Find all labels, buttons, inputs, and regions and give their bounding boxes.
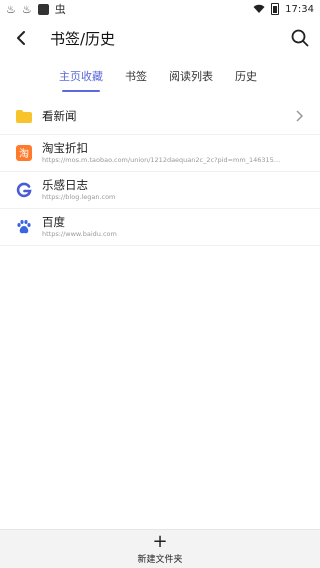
folder-name: 看新闻	[42, 109, 77, 123]
taobao-icon: 淘	[16, 145, 32, 161]
status-icons-left: ♨ ♨ 虫	[6, 2, 66, 16]
status-time: 17:34	[285, 3, 314, 15]
site-name: 百度	[42, 215, 65, 229]
list-item[interactable]: 乐感日志 https://blog.legan.com	[0, 172, 320, 209]
tab-history[interactable]: 历史	[226, 68, 266, 92]
wifi-icon	[253, 4, 265, 13]
new-folder-button[interactable]: + 新建文件夹	[137, 530, 183, 565]
notification-icon: ♨	[21, 2, 32, 16]
folder-icon	[16, 108, 32, 124]
search-icon	[291, 29, 309, 47]
baidu-icon	[16, 219, 32, 235]
back-arrow-icon	[17, 31, 25, 45]
site-name: 淘宝折扣	[42, 141, 88, 155]
tab-reading-list[interactable]: 阅读列表	[160, 68, 222, 92]
header: 书签/历史	[0, 18, 320, 58]
bug-icon: 虫	[54, 2, 66, 16]
site-url: https://mos.m.taobao.com/union/1212daequ…	[42, 156, 282, 164]
app-notification-icon	[37, 3, 49, 15]
tab-home-favorites[interactable]: 主页收藏	[50, 68, 112, 92]
tab-bar: 主页收藏 书签 阅读列表 历史	[0, 58, 320, 92]
favorites-list: 看新闻 淘 淘宝折扣 https://mos.m.taobao.com/unio…	[0, 98, 320, 246]
plus-icon: +	[152, 530, 168, 552]
site-url: https://www.baidu.com	[42, 230, 117, 238]
list-item-folder[interactable]: 看新闻	[0, 98, 320, 135]
notification-icon: ♨	[6, 2, 16, 16]
list-item[interactable]: 淘 淘宝折扣 https://mos.m.taobao.com/union/12…	[0, 135, 320, 172]
svg-text:淘: 淘	[19, 147, 29, 160]
site-url: https://blog.legan.com	[42, 193, 116, 201]
bottom-bar: + 新建文件夹	[0, 529, 320, 568]
legan-icon	[16, 182, 32, 198]
battery-icon	[271, 3, 280, 15]
status-bar: ♨ ♨ 虫 17:34	[0, 0, 320, 18]
new-folder-label: 新建文件夹	[137, 554, 183, 565]
page-title: 书签/历史	[50, 29, 116, 48]
site-name: 乐感日志	[42, 178, 88, 192]
chevron-right-icon	[296, 110, 304, 122]
back-button[interactable]	[10, 26, 32, 50]
list-item[interactable]: 百度 https://www.baidu.com	[0, 209, 320, 246]
search-button[interactable]	[288, 26, 312, 50]
tab-bookmarks[interactable]: 书签	[116, 68, 156, 92]
status-icons-right: 17:34	[253, 3, 314, 15]
